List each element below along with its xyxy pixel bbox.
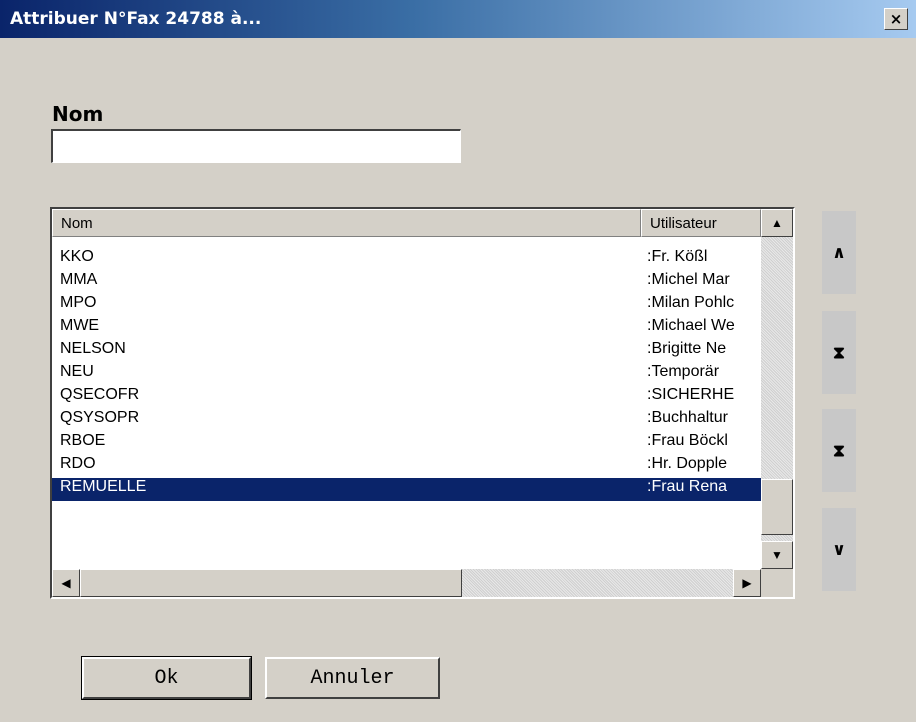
list-item-nom: KKO (60, 248, 94, 265)
list-item[interactable]: NEU :Temporär (52, 363, 761, 386)
column-header-utilisateur[interactable]: Utilisateur (641, 209, 761, 237)
scroll-down-button[interactable]: ∨ (822, 508, 856, 591)
list-item[interactable]: QSECOFR :SICHERHE (52, 386, 761, 409)
triangle-up-icon: ▲ (771, 216, 783, 230)
list-item-nom: RDO (60, 455, 96, 472)
ok-button[interactable]: Ok (81, 656, 252, 700)
list-item-nom: MWE (60, 317, 100, 334)
scroll-up-button[interactable]: ∧ (822, 211, 856, 294)
scroll-top-button[interactable]: ⧗ (822, 311, 856, 394)
list-item-nom: NELSON (60, 340, 126, 357)
cancel-button[interactable]: Annuler (265, 657, 440, 699)
list-item-nom: RBOE (60, 432, 106, 449)
list-item-utilisateur: :Buchhaltur (647, 409, 728, 426)
vertical-scroll-thumb[interactable] (761, 479, 793, 535)
list-item-nom: REMUELLE (60, 478, 147, 495)
list-item[interactable]: KKO :Fr. Kößl (52, 248, 761, 271)
list-item-nom: NEU (60, 363, 94, 380)
scroll-up-arrow-button[interactable]: ▲ (761, 209, 793, 237)
list-item-utilisateur: :Milan Pohlc (647, 294, 735, 311)
list-item[interactable]: RBOE :Frau Böckl (52, 432, 761, 455)
scroll-bottom-button[interactable]: ⧗ (822, 409, 856, 492)
list-item-utilisateur: :Brigitte Ne (647, 340, 727, 357)
triangle-right-icon: ▶ (742, 576, 752, 590)
list-item-utilisateur: :Michael We (647, 317, 735, 334)
chevron-up-icon: ∧ (832, 242, 846, 263)
triangle-down-icon: ▼ (771, 548, 783, 562)
scroll-right-arrow-button[interactable]: ▶ (733, 569, 761, 597)
last-record-icon: ⧗ (833, 440, 845, 461)
list-item[interactable]: MWE :Michael We (52, 317, 761, 340)
list-item-utilisateur: :Temporär (647, 363, 720, 380)
list-item[interactable]: REMUELLE :Frau Rena (52, 478, 761, 501)
name-label: Nom (52, 102, 104, 126)
horizontal-scroll-thumb[interactable] (80, 569, 462, 597)
list-item-nom: MMA (60, 271, 98, 288)
list-rows: KKO :Fr. Kößl MMA :Michel Mar MPO :Milan Pohl… (52, 248, 761, 501)
list-item-utilisateur: :Frau Rena (647, 478, 728, 495)
horizontal-scrollbar[interactable]: ◀ ▶ (52, 569, 793, 597)
title-bar: Attribuer N°Fax 24788 à... × (0, 0, 916, 38)
chevron-down-icon: ∨ (832, 539, 846, 560)
window-title: Attribuer N°Fax 24788 à... (10, 9, 262, 29)
list-item-utilisateur: :Frau Böckl (647, 432, 728, 449)
column-header-nom[interactable]: Nom (52, 209, 641, 237)
vertical-scrollbar[interactable]: ▲ ▼ (761, 209, 793, 569)
list-item[interactable]: MMA :Michel Mar (52, 271, 761, 294)
list-item[interactable]: MPO :Milan Pohlc (52, 294, 761, 317)
list-item[interactable]: NELSON :Brigitte Ne (52, 340, 761, 363)
list-item-nom: QSECOFR (60, 386, 140, 403)
list-item-nom: MPO (60, 294, 97, 311)
triangle-left-icon: ◀ (61, 576, 71, 590)
name-input[interactable] (51, 129, 461, 163)
list-item-utilisateur: :Fr. Kößl (647, 248, 708, 265)
first-record-icon: ⧗ (833, 342, 845, 363)
list-item-utilisateur: :SICHERHE (647, 386, 735, 403)
scroll-left-arrow-button[interactable]: ◀ (52, 569, 80, 597)
scroll-down-arrow-button[interactable]: ▼ (761, 541, 793, 569)
close-button[interactable]: × (884, 8, 908, 30)
list-item-utilisateur: :Hr. Dopple (647, 455, 728, 472)
close-icon: × (889, 10, 903, 28)
list-item[interactable]: RDO :Hr. Dopple (52, 455, 761, 478)
list-header: Nom Utilisateur (52, 209, 793, 237)
scrollbar-corner (761, 569, 793, 597)
list-item-nom: QSYSOPR (60, 409, 140, 426)
user-list[interactable]: Nom Utilisateur KKO :Fr. Kößl MMA :Michel M… (50, 207, 795, 599)
list-item-utilisateur: :Michel Mar (647, 271, 730, 288)
list-item[interactable]: QSYSOPR :Buchhaltur (52, 409, 761, 432)
